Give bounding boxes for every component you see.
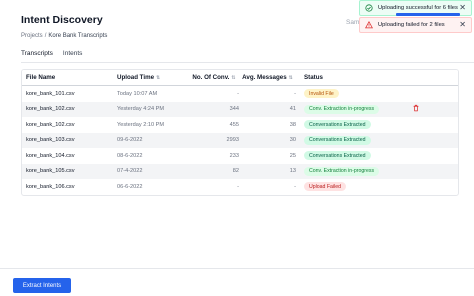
avg-messages-cell: 25: [289, 152, 296, 159]
column-header-upload-time[interactable]: Upload Time ⇅: [117, 74, 189, 81]
toast-success-message: Uploading successful for 6 files: [378, 5, 458, 11]
num-conv-cell: 82: [232, 168, 239, 175]
avg-messages-cell: -: [294, 90, 296, 97]
status-cell: Conversations Extracted: [299, 120, 409, 130]
column-header-avg-messages[interactable]: Avg. Messages ⇅: [239, 74, 299, 81]
upload-time-cell: 09-6-2022: [117, 137, 143, 144]
toast-progress-bar: [396, 13, 460, 16]
status-badge: Conversations Extracted: [304, 120, 371, 130]
table-row[interactable]: kore_bank_101.csv Today 10:07 AM - - Invalid…: [22, 86, 458, 102]
avg-messages-cell: 41: [289, 106, 296, 113]
num-conv-cell: 455: [229, 121, 239, 128]
file-name-cell: kore_bank_103.csv: [26, 137, 75, 144]
file-name-cell: kore_bank_104.csv: [26, 152, 75, 159]
sort-icon[interactable]: ⇅: [231, 75, 235, 81]
close-icon[interactable]: ✕: [459, 21, 466, 29]
status-cell: Conversations Extracted: [299, 151, 409, 161]
table-row[interactable]: kore_bank_103.csv 09-6-2022 2993 30 Conversa…: [22, 132, 458, 148]
upload-time-cell: Yesterday 4:24 PM: [117, 106, 165, 113]
status-cell: Conversations Extracted: [299, 135, 409, 145]
status-cell: Conv. Extraction in-progress: [299, 104, 409, 114]
column-header-num-conv[interactable]: No. Of Conv. ⇅: [189, 74, 239, 81]
table-row[interactable]: kore_bank_102.csv Yesterday 4:24 PM 344 41 C…: [22, 101, 458, 117]
sort-icon[interactable]: ⇅: [289, 75, 293, 81]
close-icon[interactable]: ✕: [459, 4, 466, 12]
column-header-upload-time-label: Upload Time: [117, 74, 155, 81]
breadcrumb-separator: /: [44, 33, 47, 39]
status-badge: Conv. Extraction in-progress: [304, 166, 380, 176]
actions-cell: [409, 104, 458, 114]
file-name-cell: kore_bank_101.csv: [26, 90, 75, 97]
upload-time-cell: Yesterday 2:10 PM: [117, 121, 165, 128]
upload-time-cell: 06-6-2022: [117, 183, 143, 190]
status-badge: Conv. Extraction in-progress: [304, 104, 380, 114]
status-cell: Invalid File: [299, 89, 409, 99]
upload-time-cell: 08-6-2022: [117, 152, 143, 159]
file-name-cell: kore_bank_102.csv: [26, 121, 75, 128]
table-body: kore_bank_101.csv Today 10:07 AM - - Invalid…: [22, 86, 458, 195]
toast-error-message: Uploading failed for 2 files: [378, 22, 445, 28]
avg-messages-cell: -: [294, 183, 296, 190]
page-title: Intent Discovery: [21, 14, 103, 26]
num-conv-cell: -: [237, 183, 239, 190]
status-badge: Conversations Extracted: [304, 151, 371, 161]
check-circle-icon: [365, 4, 373, 12]
num-conv-cell: -: [237, 90, 239, 97]
upload-time-cell: 07-4-2022: [117, 168, 143, 175]
file-name-cell: kore_bank_106.csv: [26, 183, 75, 190]
file-name-cell: kore_bank_105.csv: [26, 168, 75, 175]
column-header-file-name: File Name: [26, 74, 56, 81]
avg-messages-cell: 30: [289, 137, 296, 144]
avg-messages-cell: 38: [289, 121, 296, 128]
extract-intents-button[interactable]: Extract Intents: [13, 278, 71, 293]
toast-error: Uploading failed for 2 files ✕: [359, 17, 472, 33]
num-conv-cell: 233: [229, 152, 239, 159]
upload-time-cell: Today 10:07 AM: [117, 90, 158, 97]
num-conv-cell: 2993: [226, 137, 239, 144]
column-header-num-conv-label: No. Of Conv.: [192, 74, 230, 81]
table-row[interactable]: kore_bank_106.csv 06-6-2022 - - Upload Faile…: [22, 179, 458, 195]
column-header-status: Status: [304, 74, 323, 81]
avg-messages-cell: 13: [289, 168, 296, 175]
column-header-avg-messages-label: Avg. Messages: [242, 74, 287, 81]
breadcrumb: Projects / Kore Bank Transcripts: [21, 33, 107, 39]
file-name-cell: kore_bank_102.csv: [26, 106, 75, 113]
alert-triangle-icon: [365, 21, 373, 29]
breadcrumb-current: Kore Bank Transcripts: [48, 33, 108, 39]
status-badge: Upload Failed: [304, 182, 347, 192]
transcripts-table: File Name Upload Time ⇅ No. Of Conv. ⇅ Avg…: [21, 69, 459, 196]
tabs-divider: [21, 62, 474, 63]
num-conv-cell: 344: [229, 106, 239, 113]
status-cell: Conv. Extraction in-progress: [299, 166, 409, 176]
status-badge: Invalid File: [304, 89, 339, 99]
table-header: File Name Upload Time ⇅ No. Of Conv. ⇅ Avg…: [22, 70, 458, 86]
trash-icon[interactable]: [412, 104, 420, 112]
status-badge: Conversations Extracted: [304, 135, 371, 145]
footer-divider: [0, 268, 474, 269]
table-row[interactable]: kore_bank_105.csv 07-4-2022 82 13 Conv. Extr…: [22, 163, 458, 179]
sort-icon[interactable]: ⇅: [156, 75, 160, 81]
status-cell: Upload Failed: [299, 182, 409, 192]
table-row[interactable]: kore_bank_102.csv Yesterday 2:10 PM 455 38 C…: [22, 117, 458, 133]
breadcrumb-projects[interactable]: Projects: [21, 33, 43, 39]
table-row[interactable]: kore_bank_104.csv 08-6-2022 233 25 Conversat…: [22, 148, 458, 164]
